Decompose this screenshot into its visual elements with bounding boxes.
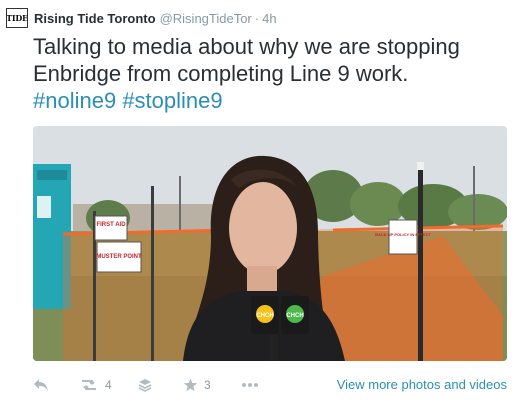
author-handle[interactable]: @RisingTideTor bbox=[160, 11, 252, 26]
retweet-button[interactable]: 4 bbox=[79, 375, 112, 395]
tweet-header: TIDE Rising Tide Toronto @RisingTideTor … bbox=[6, 8, 277, 28]
reply-button[interactable] bbox=[33, 375, 49, 395]
muster-point-sign: MUSTER POINT bbox=[96, 241, 142, 273]
buffer-button[interactable] bbox=[138, 375, 152, 395]
tweet-text: Talking to media about why we are stoppi… bbox=[33, 33, 513, 114]
muster-point-text: MUSTER POINT bbox=[96, 254, 142, 260]
tweet-actions: 4 3 View more photos and videos bbox=[33, 375, 507, 395]
reply-icon[interactable] bbox=[33, 378, 49, 392]
tweet-photo[interactable]: FIRST AID MUSTER POINT BACK UP POLICY IN… bbox=[33, 126, 507, 361]
hashtag-noline9[interactable]: #noline9 bbox=[33, 88, 116, 113]
avatar[interactable]: TIDE bbox=[6, 8, 28, 28]
more-button[interactable] bbox=[241, 375, 259, 395]
star-icon[interactable] bbox=[183, 378, 198, 392]
mic-flag-label-1: CHCH bbox=[256, 313, 273, 319]
retweet-count: 4 bbox=[105, 378, 112, 392]
first-aid-sign: FIRST AID bbox=[94, 215, 128, 241]
ellipsis-icon[interactable] bbox=[241, 382, 259, 388]
timestamp-link[interactable]: 4h bbox=[262, 11, 276, 26]
retweet-icon[interactable] bbox=[79, 378, 99, 392]
hashtag-stopline9[interactable]: #stopline9 bbox=[122, 88, 222, 113]
tweet-body: Talking to media about why we are stoppi… bbox=[33, 34, 460, 86]
back-up-text: BACK UP POLICY IN EFFECT bbox=[375, 232, 431, 237]
favorite-count: 3 bbox=[204, 378, 211, 392]
separator-dot: · bbox=[254, 10, 260, 26]
photo-scene: FIRST AID MUSTER POINT BACK UP POLICY IN… bbox=[33, 126, 507, 361]
view-more-photos-link[interactable]: View more photos and videos bbox=[337, 377, 507, 392]
first-aid-text: FIRST AID bbox=[96, 222, 126, 228]
mic-flag-label-2: CHCH bbox=[286, 313, 303, 319]
favorite-button[interactable]: 3 bbox=[183, 375, 211, 395]
author-name[interactable]: Rising Tide Toronto bbox=[34, 11, 156, 26]
layers-icon[interactable] bbox=[138, 378, 152, 392]
